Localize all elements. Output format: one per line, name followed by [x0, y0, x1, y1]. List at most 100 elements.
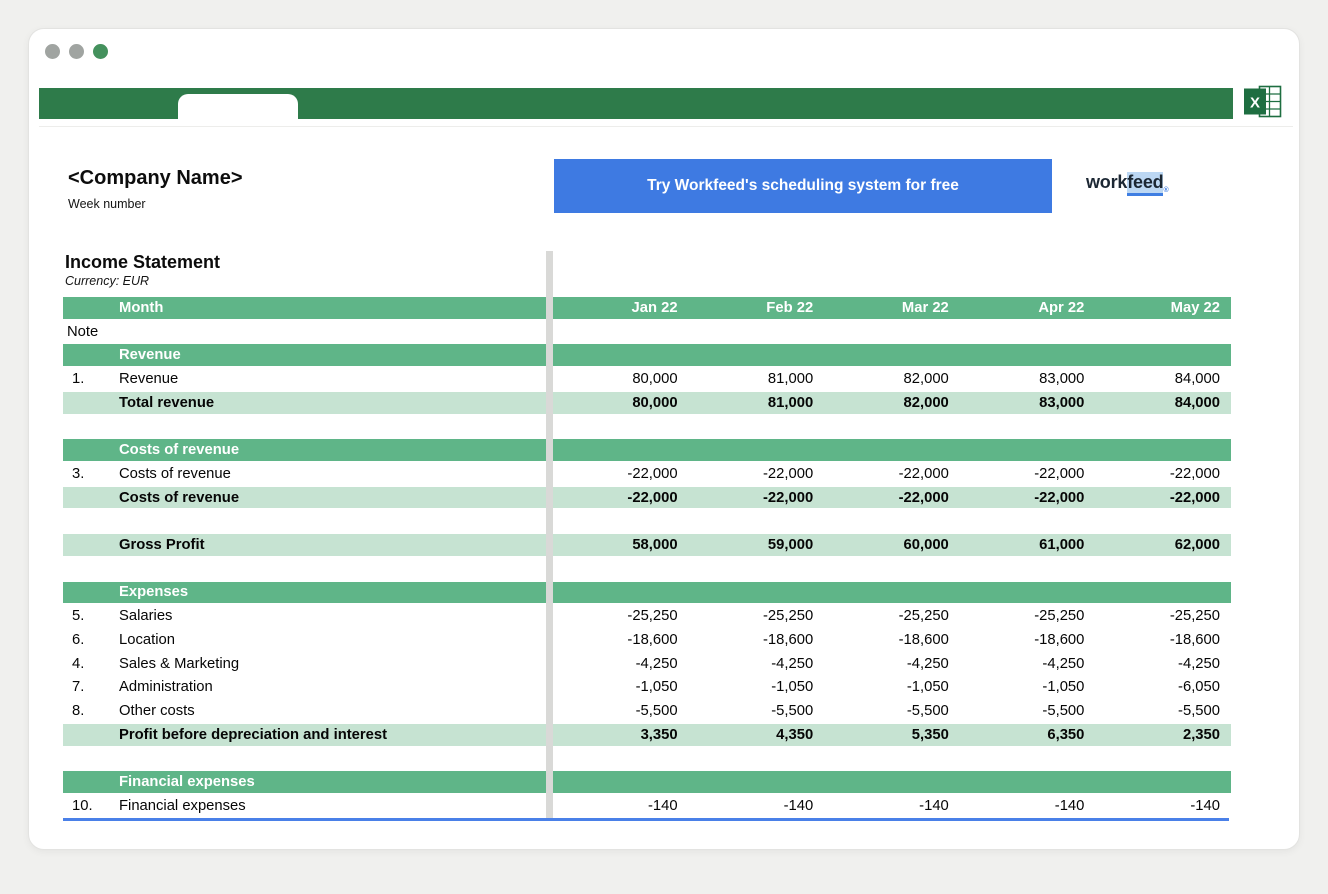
row-note-cell: 5.	[63, 604, 119, 628]
value-cell: Mar 22	[824, 297, 960, 319]
value-cell	[689, 344, 825, 366]
row-label-cell: Financial expenses	[119, 794, 553, 818]
spacer-row	[63, 509, 1231, 533]
row-label-cell: Salaries	[119, 604, 553, 628]
value-cell: -18,600	[553, 628, 689, 652]
value-cell: -1,050	[553, 676, 689, 700]
value-cell: -6,050	[1095, 676, 1231, 700]
value-cell: May 22	[1095, 297, 1231, 319]
sheet-row: Expenses	[63, 581, 1231, 605]
value-cell: -25,250	[960, 604, 1096, 628]
value-cell: -5,500	[960, 699, 1096, 723]
value-cell	[1095, 557, 1231, 581]
income-statement-sheet: Income Statement Currency: EUR MonthJan …	[63, 251, 1231, 823]
value-cell	[553, 439, 689, 461]
value-cell	[824, 320, 960, 344]
value-cell	[960, 415, 1096, 439]
value-cell: -25,250	[553, 604, 689, 628]
sheet-tab-bar	[39, 88, 1233, 119]
sheet-rows: MonthJan 22Feb 22Mar 22Apr 22May 22NoteR…	[63, 296, 1231, 818]
row-note-cell	[63, 771, 119, 793]
value-cell	[824, 557, 960, 581]
value-cell	[689, 747, 825, 771]
sheet-row: Gross Profit58,00059,00060,00061,00062,0…	[63, 533, 1231, 557]
value-cell: -22,000	[553, 487, 689, 509]
window-dot-active[interactable]	[93, 44, 108, 59]
row-note-cell: Note	[63, 320, 119, 344]
value-cell: 59,000	[689, 534, 825, 556]
row-label-cell: Costs of revenue	[119, 462, 553, 486]
value-cell: -140	[960, 794, 1096, 818]
value-cell: -22,000	[824, 462, 960, 486]
value-cell: 6,350	[960, 724, 1096, 746]
value-cell: -25,250	[824, 604, 960, 628]
window-dot-1[interactable]	[45, 44, 60, 59]
row-note-cell: 4.	[63, 652, 119, 676]
value-cell	[553, 771, 689, 793]
value-cell	[960, 439, 1096, 461]
row-label-cell	[119, 557, 553, 581]
value-cell	[824, 415, 960, 439]
sheet-row: Revenue	[63, 343, 1231, 367]
value-cell	[824, 582, 960, 604]
workfeed-logo[interactable]: workfeed®	[1086, 172, 1168, 194]
sheet-row: 7.Administration-1,050-1,050-1,050-1,050…	[63, 676, 1231, 700]
row-note-cell	[63, 344, 119, 366]
value-cell: -18,600	[689, 628, 825, 652]
value-cell: 80,000	[553, 392, 689, 414]
value-cell: -1,050	[689, 676, 825, 700]
row-label-cell: Gross Profit	[119, 534, 553, 556]
active-sheet-tab[interactable]	[178, 94, 298, 119]
value-cell: -1,050	[960, 676, 1096, 700]
row-label-cell: Costs of revenue	[119, 487, 553, 509]
value-cell	[1095, 509, 1231, 533]
company-name: <Company Name>	[68, 167, 243, 190]
value-cell: -140	[1095, 794, 1231, 818]
value-cell	[689, 582, 825, 604]
value-cell: -18,600	[824, 628, 960, 652]
value-cell: 81,000	[689, 392, 825, 414]
row-label-cell: Profit before depreciation and interest	[119, 724, 553, 746]
traffic-lights	[45, 44, 108, 59]
sheet-row: 1.Revenue80,00081,00082,00083,00084,000	[63, 367, 1231, 391]
value-cell: -4,250	[689, 652, 825, 676]
spacer-row	[63, 415, 1231, 439]
value-cell: -5,500	[1095, 699, 1231, 723]
logo-feed-text: feed	[1127, 172, 1163, 196]
value-cell: 60,000	[824, 534, 960, 556]
value-cell	[553, 509, 689, 533]
sheet-row: Costs of revenue-22,000-22,000-22,000-22…	[63, 486, 1231, 510]
value-cell	[824, 344, 960, 366]
value-cell: Jan 22	[553, 297, 689, 319]
value-cell	[1095, 320, 1231, 344]
value-cell	[1095, 747, 1231, 771]
row-label-cell: Expenses	[119, 582, 553, 604]
row-label-cell	[119, 747, 553, 771]
currency-label: Currency: EUR	[65, 274, 149, 288]
sheet-title: Income Statement	[65, 253, 220, 272]
value-cell	[553, 747, 689, 771]
row-label-cell: Costs of revenue	[119, 439, 553, 461]
row-label-cell	[119, 509, 553, 533]
row-note-cell	[63, 509, 119, 533]
header-divider-line	[39, 126, 1293, 127]
sheet-row: 10.Financial expenses-140-140-140-140-14…	[63, 794, 1231, 818]
value-cell: -140	[689, 794, 825, 818]
value-cell: 2,350	[1095, 724, 1231, 746]
value-cell	[689, 320, 825, 344]
cta-button[interactable]: Try Workfeed's scheduling system for fre…	[554, 159, 1052, 213]
row-label-cell: Revenue	[119, 344, 553, 366]
week-number-label: Week number	[68, 197, 146, 211]
value-cell	[1095, 344, 1231, 366]
value-cell: 84,000	[1095, 392, 1231, 414]
value-cell	[1095, 415, 1231, 439]
row-note-cell	[63, 487, 119, 509]
value-cell	[960, 771, 1096, 793]
value-cell	[960, 582, 1096, 604]
window-dot-2[interactable]	[69, 44, 84, 59]
value-cell: -4,250	[1095, 652, 1231, 676]
value-cell: -4,250	[824, 652, 960, 676]
row-note-cell	[63, 392, 119, 414]
value-cell: -5,500	[553, 699, 689, 723]
sheet-row: Costs of revenue	[63, 438, 1231, 462]
